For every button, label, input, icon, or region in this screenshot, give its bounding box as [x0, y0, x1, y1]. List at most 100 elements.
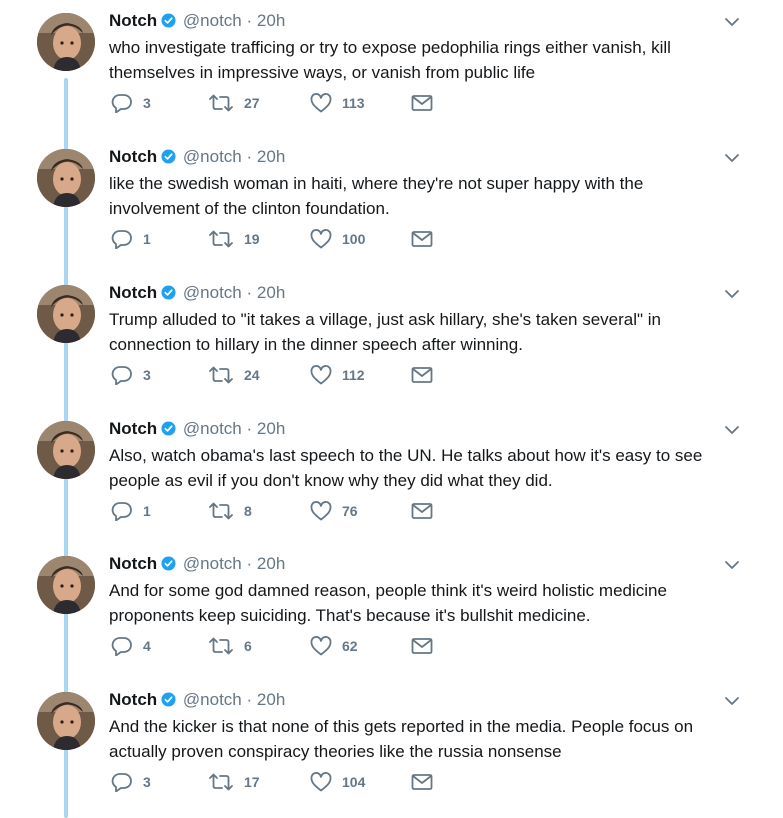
- reply-count: 3: [143, 95, 151, 111]
- tweet-timestamp[interactable]: 20h: [257, 11, 285, 30]
- author-handle[interactable]: @notch: [183, 11, 242, 30]
- author-name[interactable]: Notch: [109, 147, 157, 166]
- author-handle[interactable]: @notch: [183, 419, 242, 438]
- avatar[interactable]: [37, 13, 95, 71]
- retweet-count: 8: [244, 503, 252, 519]
- chevron-down-icon[interactable]: [722, 557, 742, 573]
- tweet-actions: 1 8 76: [109, 500, 469, 522]
- retweet-button[interactable]: 24: [208, 364, 260, 386]
- direct-message-button[interactable]: [411, 228, 433, 250]
- retweet-count: 19: [244, 231, 260, 247]
- avatar[interactable]: [37, 692, 95, 750]
- chevron-down-icon[interactable]: [722, 150, 742, 166]
- envelope-icon: [411, 231, 433, 247]
- author-handle[interactable]: @notch: [183, 283, 242, 302]
- direct-message-button[interactable]: [411, 771, 433, 793]
- tweet-text-line: connection to hillary in the dinner spee…: [109, 335, 523, 354]
- direct-message-button[interactable]: [411, 364, 433, 386]
- heart-icon: [310, 229, 332, 249]
- tweet-text: who investigate trafficing or try to exp…: [109, 35, 749, 85]
- like-button[interactable]: 62: [310, 635, 358, 657]
- avatar[interactable]: [37, 421, 95, 479]
- like-button[interactable]: 113: [310, 92, 365, 114]
- tweet[interactable]: Notch @notch · 20h who investigate traff…: [0, 0, 783, 136]
- retweet-button[interactable]: 17: [208, 771, 260, 793]
- tweet-text: And for some god damned reason, people t…: [109, 578, 749, 628]
- header-separator: ·: [246, 690, 253, 709]
- retweet-count: 6: [244, 638, 252, 654]
- tweet-actions: 3 27 113: [109, 92, 469, 114]
- tweet-actions: 1 19 100: [109, 228, 469, 250]
- author-name[interactable]: Notch: [109, 554, 157, 573]
- retweet-icon: [209, 637, 233, 655]
- header-separator: ·: [246, 283, 253, 302]
- tweet[interactable]: Notch @notch · 20h And the kicker is tha…: [0, 679, 783, 815]
- author-name[interactable]: Notch: [109, 419, 157, 438]
- like-count: 100: [342, 231, 366, 247]
- retweet-count: 17: [244, 774, 260, 790]
- like-button[interactable]: 104: [310, 771, 365, 793]
- like-button[interactable]: 100: [310, 228, 365, 250]
- heart-icon: [310, 365, 332, 385]
- author-name[interactable]: Notch: [109, 283, 157, 302]
- like-button[interactable]: 76: [310, 500, 358, 522]
- tweet-timestamp[interactable]: 20h: [257, 554, 285, 573]
- header-separator: ·: [246, 554, 253, 573]
- direct-message-button[interactable]: [411, 635, 433, 657]
- reply-icon: [111, 502, 132, 521]
- reply-icon: [111, 230, 132, 249]
- chevron-down-icon[interactable]: [722, 14, 742, 30]
- tweet-text: Trump alluded to "it takes a village, ju…: [109, 307, 749, 357]
- direct-message-button[interactable]: [411, 92, 433, 114]
- tweet-timestamp[interactable]: 20h: [257, 419, 285, 438]
- verified-badge-icon: [161, 285, 176, 300]
- reply-button[interactable]: 3: [111, 364, 151, 386]
- tweet-text-line: people as evil if you don't know why the…: [109, 471, 553, 490]
- tweet-header: Notch @notch · 20h: [109, 10, 285, 32]
- heart-icon: [310, 93, 332, 113]
- envelope-icon: [411, 503, 433, 519]
- tweet-text-line: And for some god damned reason, people t…: [109, 581, 667, 600]
- reply-button[interactable]: 4: [111, 635, 151, 657]
- verified-badge-icon: [161, 13, 176, 28]
- retweet-button[interactable]: 19: [208, 228, 260, 250]
- chevron-down-icon[interactable]: [722, 693, 742, 709]
- author-handle[interactable]: @notch: [183, 147, 242, 166]
- tweet[interactable]: Notch @notch · 20h Also, watch obama's l…: [0, 408, 783, 544]
- reply-button[interactable]: 3: [111, 92, 151, 114]
- reply-icon: [111, 773, 132, 792]
- chevron-down-icon[interactable]: [722, 422, 742, 438]
- reply-count: 4: [143, 638, 151, 654]
- reply-button[interactable]: 1: [111, 228, 151, 250]
- tweet-text-line: like the swedish woman in haiti, where t…: [109, 174, 644, 193]
- retweet-count: 27: [244, 95, 260, 111]
- tweet-timestamp[interactable]: 20h: [257, 147, 285, 166]
- author-name[interactable]: Notch: [109, 11, 157, 30]
- author-handle[interactable]: @notch: [183, 690, 242, 709]
- reply-button[interactable]: 1: [111, 500, 151, 522]
- retweet-button[interactable]: 27: [208, 92, 260, 114]
- avatar[interactable]: [37, 285, 95, 343]
- retweet-button[interactable]: 6: [208, 635, 252, 657]
- verified-badge-icon: [161, 692, 176, 707]
- verified-badge-icon: [161, 149, 176, 164]
- retweet-icon: [209, 94, 233, 112]
- reply-button[interactable]: 3: [111, 771, 151, 793]
- chevron-down-icon[interactable]: [722, 286, 742, 302]
- tweet-timestamp[interactable]: 20h: [257, 283, 285, 302]
- tweet[interactable]: Notch @notch · 20h like the swedish woma…: [0, 136, 783, 272]
- author-name[interactable]: Notch: [109, 690, 157, 709]
- tweet-text-line: And the kicker is that none of this gets…: [109, 717, 694, 736]
- avatar[interactable]: [37, 556, 95, 614]
- avatar[interactable]: [37, 149, 95, 207]
- tweet-header: Notch @notch · 20h: [109, 553, 285, 575]
- tweet[interactable]: Notch @notch · 20h And for some god damn…: [0, 543, 783, 679]
- reply-count: 3: [143, 367, 151, 383]
- tweet-timestamp[interactable]: 20h: [257, 690, 285, 709]
- author-handle[interactable]: @notch: [183, 554, 242, 573]
- reply-count: 1: [143, 503, 151, 519]
- retweet-button[interactable]: 8: [208, 500, 252, 522]
- direct-message-button[interactable]: [411, 500, 433, 522]
- tweet[interactable]: Notch @notch · 20h Trump alluded to "it …: [0, 272, 783, 408]
- like-button[interactable]: 112: [310, 364, 365, 386]
